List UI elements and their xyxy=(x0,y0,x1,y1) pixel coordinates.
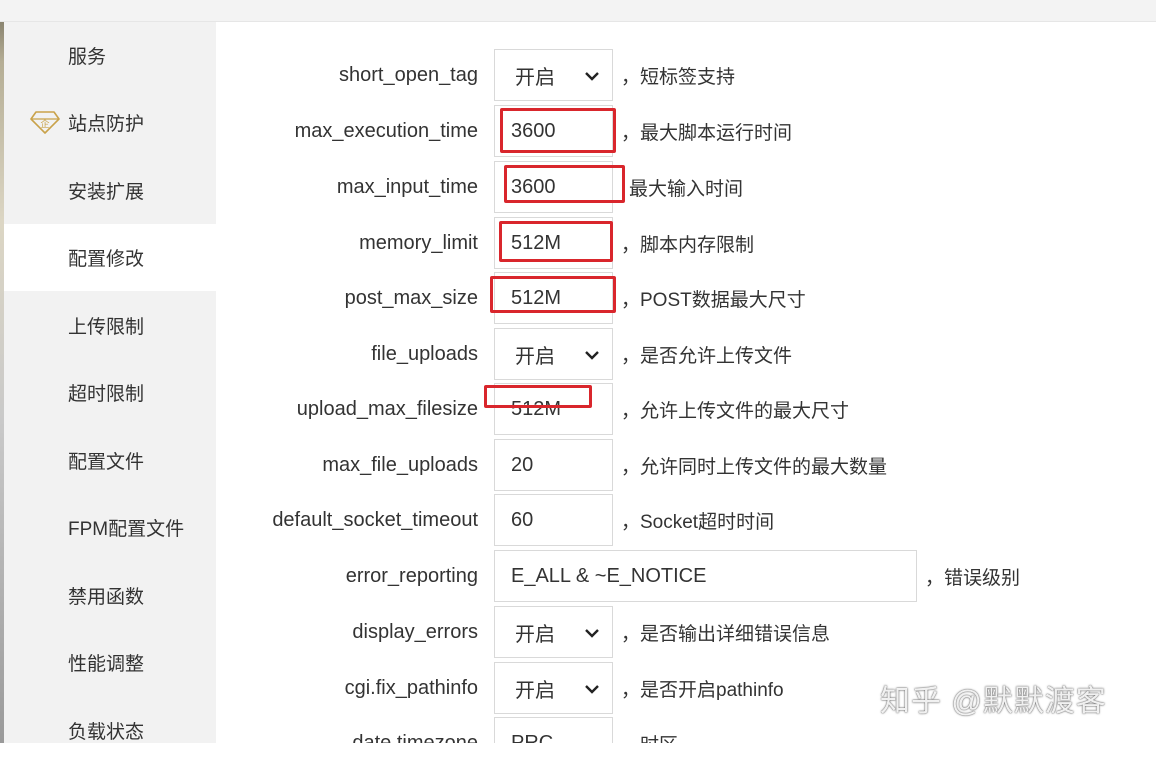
setting-description: ，短标签支持 xyxy=(621,66,736,88)
sidebar-item-label: 服务 xyxy=(68,47,107,68)
max-input-time-input[interactable]: 3600 xyxy=(494,161,613,213)
svg-text:企: 企 xyxy=(40,118,49,130)
sidebar-item-label: 禁用函数 xyxy=(68,587,145,608)
chevron-down-icon xyxy=(585,685,599,694)
setting-label: short_open_tag xyxy=(338,63,478,86)
input-value: 3600 xyxy=(511,119,556,142)
setting-description: 最大输入时间 xyxy=(629,178,744,200)
watermark: 知乎 @默默渡客 xyxy=(880,685,1107,718)
setting-description: ，最大脚本运行时间 xyxy=(621,122,793,144)
input-value: 20 xyxy=(511,453,534,476)
sidebar-item-label: 配置文件 xyxy=(68,452,145,473)
max-execution-time-input[interactable]: 3600 xyxy=(494,105,613,157)
config-form: short_open_tag 开启 ，短标签支持 max_execution_t… xyxy=(216,22,1156,743)
sidebar-item-load-status[interactable]: 负载状态 xyxy=(4,697,216,764)
error-reporting-input[interactable]: E_ALL & ~E_NOTICE xyxy=(494,550,917,602)
setting-row-error-reporting: error_reporting E_ALL & ~E_NOTICE ，错误级别 xyxy=(216,548,1156,604)
setting-row-default-socket-timeout: default_socket_timeout 60 ，Socket超时时间 xyxy=(216,492,1156,548)
input-value: E_ALL & ~E_NOTICE xyxy=(511,564,707,587)
setting-label: display_errors xyxy=(352,620,478,643)
sidebar-item-label: FPM配置文件 xyxy=(68,519,185,540)
cgi-fix-pathinfo-select[interactable]: 开启 xyxy=(494,662,613,714)
setting-row-display-errors: display_errors 开启 ，是否输出详细错误信息 xyxy=(216,604,1156,660)
setting-label: upload_max_filesize xyxy=(296,397,478,420)
setting-row-upload-max-filesize: upload_max_filesize 512M ，允许上传文件的最大尺寸 xyxy=(216,381,1156,437)
setting-label: post_max_size xyxy=(344,286,478,309)
input-value: 60 xyxy=(511,508,534,531)
date-timezone-input[interactable]: PRC xyxy=(494,717,613,743)
chevron-down-icon xyxy=(585,351,599,360)
sidebar-item-fpm-config-file[interactable]: FPM配置文件 xyxy=(4,494,216,561)
setting-description: ，是否允许上传文件 xyxy=(621,345,793,367)
setting-label: date.timezone xyxy=(352,731,478,744)
sidebar-item-upload-limit[interactable]: 上传限制 xyxy=(4,292,216,359)
setting-description: ，是否输出详细错误信息 xyxy=(621,623,831,645)
enterprise-diamond-icon: 企 xyxy=(30,111,60,134)
sidebar-item-label: 超时限制 xyxy=(68,384,145,405)
setting-label: max_execution_time xyxy=(294,119,478,142)
setting-row-short-open-tag: short_open_tag 开启 ，短标签支持 xyxy=(216,47,1156,103)
sidebar-item-label: 安装扩展 xyxy=(68,182,145,203)
input-value: PRC xyxy=(511,731,554,744)
setting-description: ，POST数据最大尺寸 xyxy=(621,289,806,311)
chevron-down-icon xyxy=(585,72,599,81)
max-file-uploads-input[interactable]: 20 xyxy=(494,439,613,491)
select-value: 开启 xyxy=(515,345,555,368)
upload-max-filesize-input[interactable]: 512M xyxy=(494,383,613,435)
sidebar-item-label: 配置修改 xyxy=(68,249,145,270)
default-socket-timeout-input[interactable]: 60 xyxy=(494,494,613,546)
input-value: 512M xyxy=(511,286,562,309)
sidebar-item-service[interactable]: 服务 xyxy=(4,22,216,89)
setting-row-max-input-time: max_input_time 3600 最大输入时间 xyxy=(216,159,1156,215)
short-open-tag-select[interactable]: 开启 xyxy=(494,49,613,101)
window-top-bar xyxy=(0,0,1156,22)
post-max-size-input[interactable]: 512M xyxy=(494,272,613,324)
file-uploads-select[interactable]: 开启 xyxy=(494,328,613,380)
setting-label: default_socket_timeout xyxy=(272,508,478,531)
sidebar-item-config-file[interactable]: 配置文件 xyxy=(4,427,216,494)
sidebar-item-timeout-limit[interactable]: 超时限制 xyxy=(4,359,216,426)
setting-description: ，时区 xyxy=(621,715,678,744)
setting-description: ，是否开启pathinfo xyxy=(621,679,784,701)
sidebar: 服务 企 站点防护 安装扩展 配置修改 上传限制 超时限制 配置文件 FPM配置… xyxy=(4,22,216,743)
setting-label: cgi.fix_pathinfo xyxy=(344,676,478,699)
setting-label: memory_limit xyxy=(359,231,478,254)
select-value: 开启 xyxy=(515,623,555,646)
sidebar-item-performance-tuning[interactable]: 性能调整 xyxy=(4,629,216,696)
sidebar-item-disabled-functions[interactable]: 禁用函数 xyxy=(4,562,216,629)
setting-label: error_reporting xyxy=(345,564,478,587)
memory-limit-input[interactable]: 512M xyxy=(494,217,613,269)
setting-label: file_uploads xyxy=(371,342,478,365)
select-value: 开启 xyxy=(515,66,555,89)
setting-row-max-execution-time: max_execution_time 3600 ，最大脚本运行时间 xyxy=(216,103,1156,159)
sidebar-item-label: 负载状态 xyxy=(68,722,145,743)
select-value: 开启 xyxy=(515,679,555,702)
setting-row-max-file-uploads: max_file_uploads 20 ，允许同时上传文件的最大数量 xyxy=(216,437,1156,493)
setting-label: max_input_time xyxy=(336,175,478,198)
sidebar-item-label: 上传限制 xyxy=(68,317,145,338)
input-value: 512M xyxy=(511,231,562,254)
setting-description: ，Socket超时时间 xyxy=(621,511,775,533)
setting-description: ，脚本内存限制 xyxy=(621,234,755,256)
setting-description: ，错误级别 xyxy=(925,567,1021,589)
setting-row-memory-limit: memory_limit 512M ，脚本内存限制 xyxy=(216,215,1156,271)
setting-row-post-max-size: post_max_size 512M ，POST数据最大尺寸 xyxy=(216,270,1156,326)
setting-row-file-uploads: file_uploads 开启 ，是否允许上传文件 xyxy=(216,326,1156,382)
sidebar-item-site-protection[interactable]: 企 站点防护 xyxy=(4,89,216,156)
sidebar-item-config-edit[interactable]: 配置修改 xyxy=(4,224,216,291)
setting-label: max_file_uploads xyxy=(322,453,478,476)
sidebar-item-label: 站点防护 xyxy=(68,114,145,135)
sidebar-item-install-extensions[interactable]: 安装扩展 xyxy=(4,157,216,224)
setting-description: ，允许同时上传文件的最大数量 xyxy=(621,456,888,478)
input-value: 512M xyxy=(511,397,562,420)
input-value: 3600 xyxy=(511,175,556,198)
setting-description: ，允许上传文件的最大尺寸 xyxy=(621,400,850,422)
sidebar-item-label: 性能调整 xyxy=(68,654,145,675)
display-errors-select[interactable]: 开启 xyxy=(494,606,613,658)
chevron-down-icon xyxy=(585,629,599,638)
